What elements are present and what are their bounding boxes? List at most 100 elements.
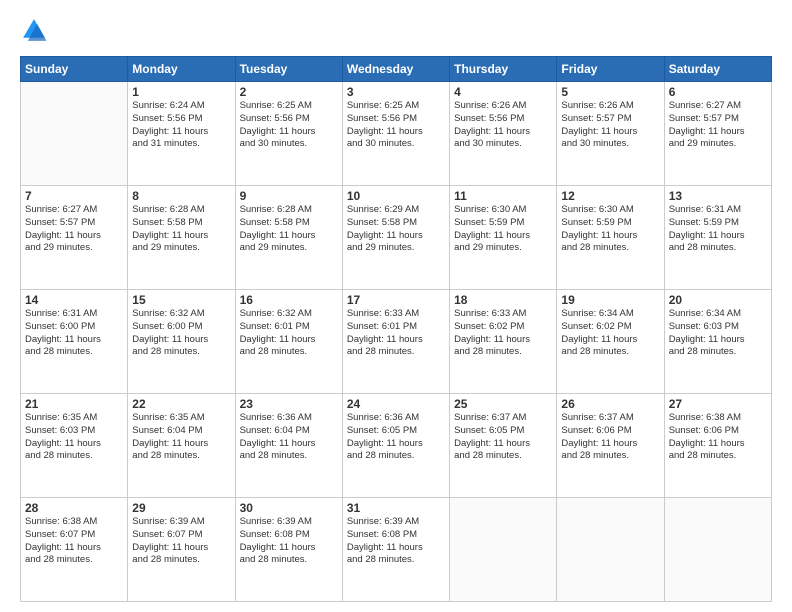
cell-content: Sunrise: 6:39 AMSunset: 6:08 PMDaylight:… (240, 516, 338, 567)
calendar-header-tuesday: Tuesday (235, 57, 342, 82)
calendar-cell: 21Sunrise: 6:35 AMSunset: 6:03 PMDayligh… (21, 394, 128, 498)
cell-content: Sunrise: 6:37 AMSunset: 6:06 PMDaylight:… (561, 412, 659, 463)
calendar-cell: 24Sunrise: 6:36 AMSunset: 6:05 PMDayligh… (342, 394, 449, 498)
calendar-cell: 15Sunrise: 6:32 AMSunset: 6:00 PMDayligh… (128, 290, 235, 394)
cell-content: Sunrise: 6:38 AMSunset: 6:07 PMDaylight:… (25, 516, 123, 567)
cell-content: Sunrise: 6:25 AMSunset: 5:56 PMDaylight:… (240, 100, 338, 151)
cell-content: Sunrise: 6:31 AMSunset: 6:00 PMDaylight:… (25, 308, 123, 359)
calendar-cell: 25Sunrise: 6:37 AMSunset: 6:05 PMDayligh… (450, 394, 557, 498)
calendar-week-row: 28Sunrise: 6:38 AMSunset: 6:07 PMDayligh… (21, 498, 772, 602)
day-number: 20 (669, 293, 767, 307)
day-number: 30 (240, 501, 338, 515)
calendar-cell (21, 82, 128, 186)
day-number: 14 (25, 293, 123, 307)
day-number: 25 (454, 397, 552, 411)
calendar-cell: 16Sunrise: 6:32 AMSunset: 6:01 PMDayligh… (235, 290, 342, 394)
day-number: 17 (347, 293, 445, 307)
day-number: 7 (25, 189, 123, 203)
day-number: 24 (347, 397, 445, 411)
cell-content: Sunrise: 6:36 AMSunset: 6:04 PMDaylight:… (240, 412, 338, 463)
day-number: 10 (347, 189, 445, 203)
calendar-week-row: 21Sunrise: 6:35 AMSunset: 6:03 PMDayligh… (21, 394, 772, 498)
calendar-cell: 27Sunrise: 6:38 AMSunset: 6:06 PMDayligh… (664, 394, 771, 498)
calendar-header-sunday: Sunday (21, 57, 128, 82)
cell-content: Sunrise: 6:34 AMSunset: 6:02 PMDaylight:… (561, 308, 659, 359)
calendar-cell: 17Sunrise: 6:33 AMSunset: 6:01 PMDayligh… (342, 290, 449, 394)
day-number: 15 (132, 293, 230, 307)
calendar-cell: 10Sunrise: 6:29 AMSunset: 5:58 PMDayligh… (342, 186, 449, 290)
calendar-cell: 28Sunrise: 6:38 AMSunset: 6:07 PMDayligh… (21, 498, 128, 602)
day-number: 4 (454, 85, 552, 99)
calendar-cell: 8Sunrise: 6:28 AMSunset: 5:58 PMDaylight… (128, 186, 235, 290)
page: SundayMondayTuesdayWednesdayThursdayFrid… (0, 0, 792, 612)
day-number: 18 (454, 293, 552, 307)
calendar-header-monday: Monday (128, 57, 235, 82)
logo-icon (20, 16, 48, 44)
calendar-header-friday: Friday (557, 57, 664, 82)
calendar-header-row: SundayMondayTuesdayWednesdayThursdayFrid… (21, 57, 772, 82)
cell-content: Sunrise: 6:30 AMSunset: 5:59 PMDaylight:… (454, 204, 552, 255)
calendar-cell: 14Sunrise: 6:31 AMSunset: 6:00 PMDayligh… (21, 290, 128, 394)
cell-content: Sunrise: 6:26 AMSunset: 5:56 PMDaylight:… (454, 100, 552, 151)
calendar-cell: 23Sunrise: 6:36 AMSunset: 6:04 PMDayligh… (235, 394, 342, 498)
cell-content: Sunrise: 6:25 AMSunset: 5:56 PMDaylight:… (347, 100, 445, 151)
calendar-week-row: 7Sunrise: 6:27 AMSunset: 5:57 PMDaylight… (21, 186, 772, 290)
day-number: 2 (240, 85, 338, 99)
calendar-cell: 5Sunrise: 6:26 AMSunset: 5:57 PMDaylight… (557, 82, 664, 186)
calendar-cell: 20Sunrise: 6:34 AMSunset: 6:03 PMDayligh… (664, 290, 771, 394)
calendar-cell: 11Sunrise: 6:30 AMSunset: 5:59 PMDayligh… (450, 186, 557, 290)
calendar-cell: 7Sunrise: 6:27 AMSunset: 5:57 PMDaylight… (21, 186, 128, 290)
day-number: 29 (132, 501, 230, 515)
cell-content: Sunrise: 6:27 AMSunset: 5:57 PMDaylight:… (25, 204, 123, 255)
calendar-cell (664, 498, 771, 602)
day-number: 3 (347, 85, 445, 99)
day-number: 19 (561, 293, 659, 307)
header (20, 16, 772, 44)
day-number: 22 (132, 397, 230, 411)
day-number: 12 (561, 189, 659, 203)
calendar-cell (557, 498, 664, 602)
calendar-cell: 30Sunrise: 6:39 AMSunset: 6:08 PMDayligh… (235, 498, 342, 602)
day-number: 27 (669, 397, 767, 411)
calendar-cell: 22Sunrise: 6:35 AMSunset: 6:04 PMDayligh… (128, 394, 235, 498)
calendar-cell: 18Sunrise: 6:33 AMSunset: 6:02 PMDayligh… (450, 290, 557, 394)
day-number: 26 (561, 397, 659, 411)
cell-content: Sunrise: 6:34 AMSunset: 6:03 PMDaylight:… (669, 308, 767, 359)
calendar-table: SundayMondayTuesdayWednesdayThursdayFrid… (20, 56, 772, 602)
day-number: 9 (240, 189, 338, 203)
calendar-cell (450, 498, 557, 602)
calendar-week-row: 1Sunrise: 6:24 AMSunset: 5:56 PMDaylight… (21, 82, 772, 186)
cell-content: Sunrise: 6:37 AMSunset: 6:05 PMDaylight:… (454, 412, 552, 463)
day-number: 21 (25, 397, 123, 411)
calendar-cell: 2Sunrise: 6:25 AMSunset: 5:56 PMDaylight… (235, 82, 342, 186)
calendar-cell: 29Sunrise: 6:39 AMSunset: 6:07 PMDayligh… (128, 498, 235, 602)
cell-content: Sunrise: 6:35 AMSunset: 6:04 PMDaylight:… (132, 412, 230, 463)
day-number: 13 (669, 189, 767, 203)
calendar-cell: 3Sunrise: 6:25 AMSunset: 5:56 PMDaylight… (342, 82, 449, 186)
cell-content: Sunrise: 6:28 AMSunset: 5:58 PMDaylight:… (240, 204, 338, 255)
cell-content: Sunrise: 6:39 AMSunset: 6:08 PMDaylight:… (347, 516, 445, 567)
cell-content: Sunrise: 6:35 AMSunset: 6:03 PMDaylight:… (25, 412, 123, 463)
cell-content: Sunrise: 6:30 AMSunset: 5:59 PMDaylight:… (561, 204, 659, 255)
calendar-header-wednesday: Wednesday (342, 57, 449, 82)
calendar-cell: 31Sunrise: 6:39 AMSunset: 6:08 PMDayligh… (342, 498, 449, 602)
calendar-cell: 9Sunrise: 6:28 AMSunset: 5:58 PMDaylight… (235, 186, 342, 290)
cell-content: Sunrise: 6:31 AMSunset: 5:59 PMDaylight:… (669, 204, 767, 255)
cell-content: Sunrise: 6:24 AMSunset: 5:56 PMDaylight:… (132, 100, 230, 151)
logo (20, 16, 52, 44)
day-number: 5 (561, 85, 659, 99)
day-number: 8 (132, 189, 230, 203)
calendar-header-saturday: Saturday (664, 57, 771, 82)
cell-content: Sunrise: 6:27 AMSunset: 5:57 PMDaylight:… (669, 100, 767, 151)
calendar-header-thursday: Thursday (450, 57, 557, 82)
calendar-cell: 26Sunrise: 6:37 AMSunset: 6:06 PMDayligh… (557, 394, 664, 498)
day-number: 11 (454, 189, 552, 203)
day-number: 23 (240, 397, 338, 411)
day-number: 31 (347, 501, 445, 515)
cell-content: Sunrise: 6:29 AMSunset: 5:58 PMDaylight:… (347, 204, 445, 255)
cell-content: Sunrise: 6:38 AMSunset: 6:06 PMDaylight:… (669, 412, 767, 463)
cell-content: Sunrise: 6:32 AMSunset: 6:01 PMDaylight:… (240, 308, 338, 359)
cell-content: Sunrise: 6:26 AMSunset: 5:57 PMDaylight:… (561, 100, 659, 151)
day-number: 28 (25, 501, 123, 515)
cell-content: Sunrise: 6:28 AMSunset: 5:58 PMDaylight:… (132, 204, 230, 255)
